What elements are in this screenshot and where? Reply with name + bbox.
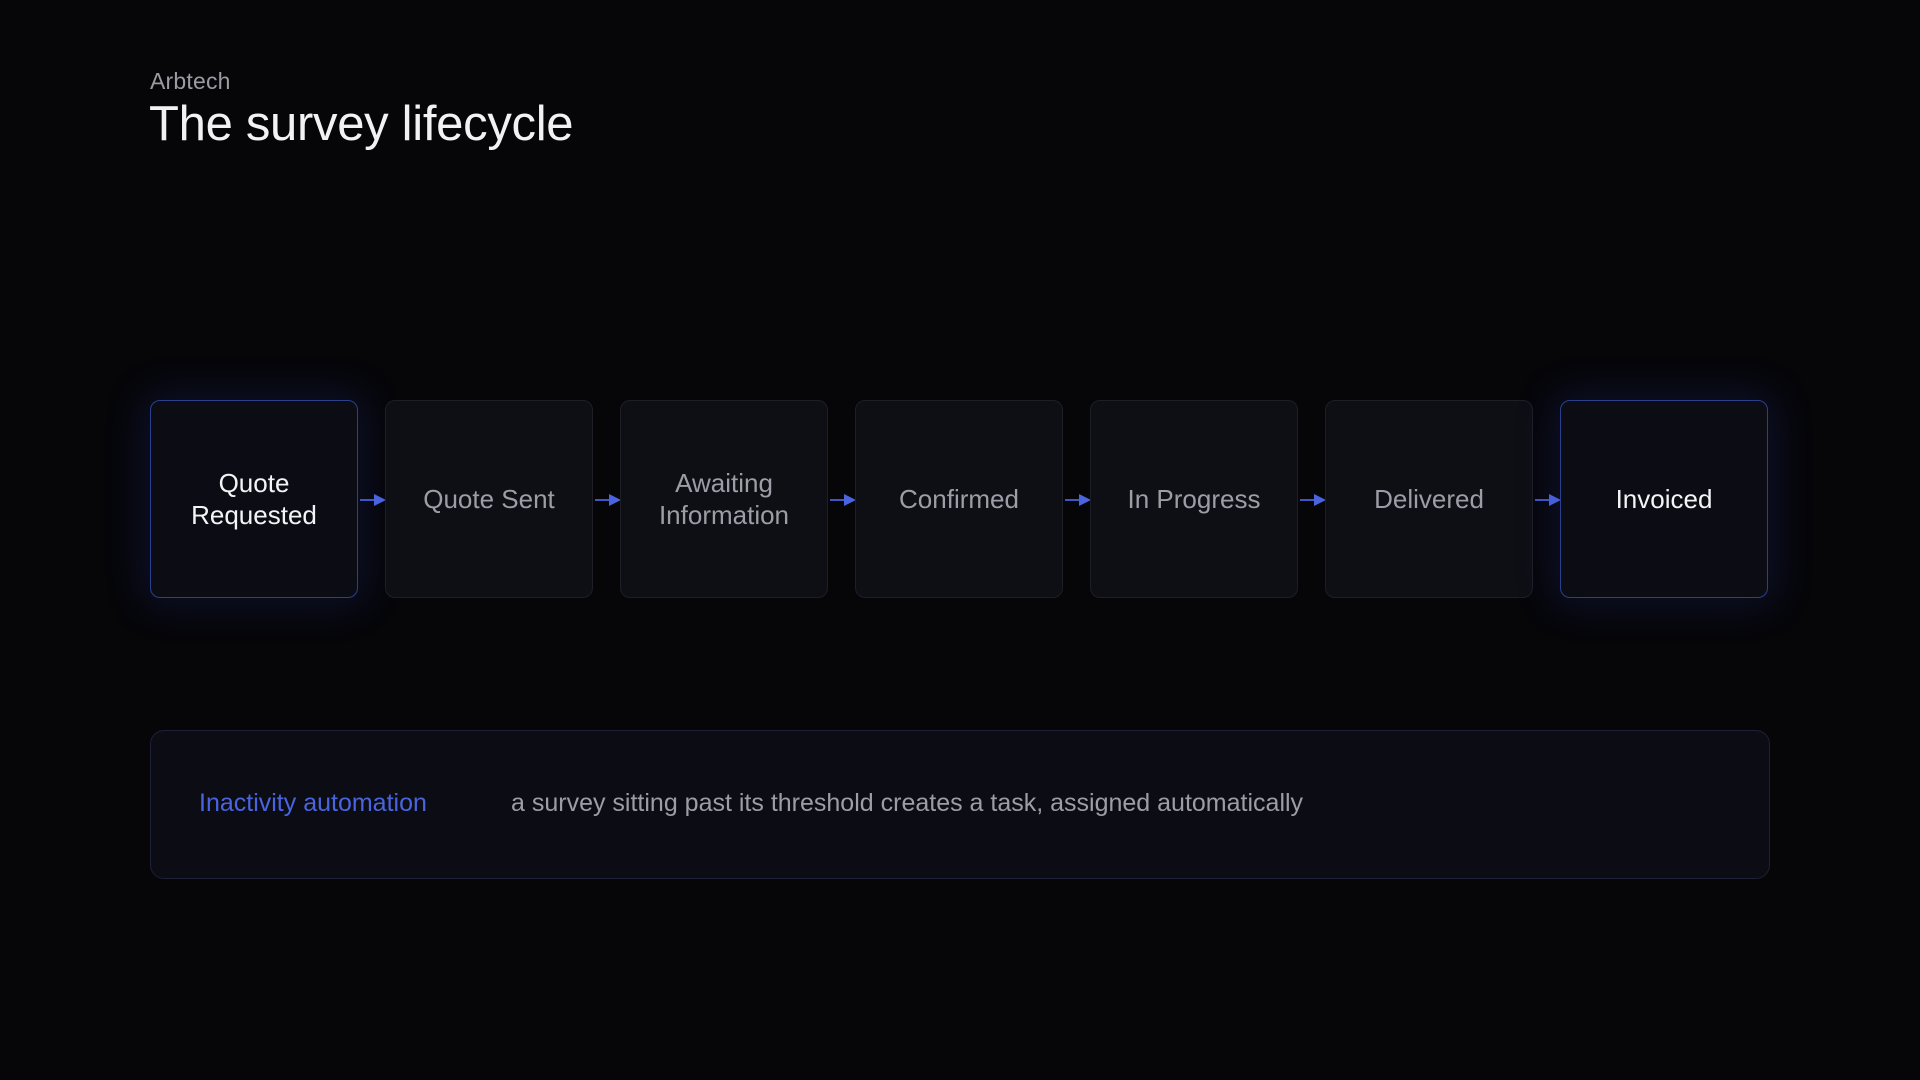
stage-label: Awaiting Information [658, 468, 790, 530]
arrow-right-icon [1535, 492, 1563, 508]
stage-awaiting-information: Awaiting Information [620, 400, 828, 598]
stage-confirmed: Confirmed [855, 400, 1063, 598]
automation-label: Inactivity automation [199, 789, 427, 817]
arrow-right-icon [1065, 492, 1093, 508]
arrow-right-icon [595, 492, 623, 508]
stage-in-progress: In Progress [1090, 400, 1298, 598]
stage-label: Quote Sent [423, 484, 555, 514]
stage-label: Invoiced [1615, 484, 1713, 514]
arrow-right-icon [830, 492, 858, 508]
stage-label: Quote Requested [191, 468, 317, 530]
stage-quote-requested: Quote Requested [150, 400, 358, 598]
arrow-right-icon [360, 492, 388, 508]
page-title: The survey lifecycle [149, 97, 574, 151]
stage-delivered: Delivered [1325, 400, 1533, 598]
stage-invoiced: Invoiced [1560, 400, 1768, 598]
arrow-right-icon [1300, 492, 1328, 508]
lifecycle-flow: Quote Requested Quote Sent Awaiting Info… [150, 400, 1770, 600]
automation-description: a survey sitting past its threshold crea… [511, 789, 1304, 817]
brand-name: Arbtech [150, 68, 231, 94]
stage-label: Confirmed [899, 484, 1019, 514]
stage-label: Delivered [1374, 484, 1484, 514]
slide: Arbtech The survey lifecycle Quote Reque… [0, 0, 1920, 1080]
stage-label: In Progress [1127, 484, 1261, 514]
automation-note: Inactivity automation a survey sitting p… [150, 730, 1770, 879]
stage-quote-sent: Quote Sent [385, 400, 593, 598]
